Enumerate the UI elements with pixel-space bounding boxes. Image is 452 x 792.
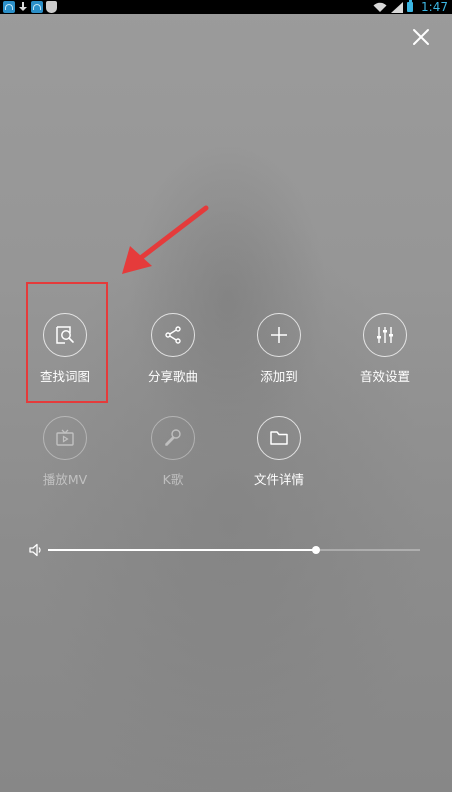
folder-icon <box>270 431 288 445</box>
menu-item-label: 文件详情 <box>253 472 304 487</box>
menu-item-file-details[interactable]: 文件详情 <box>234 416 324 488</box>
menu-item-label: 分享歌曲 <box>147 369 198 384</box>
annotation-arrow <box>122 205 209 274</box>
app-icon <box>31 1 43 13</box>
equalizer-icon <box>377 327 393 343</box>
volume-track[interactable] <box>48 546 420 554</box>
menu-item-karaoke[interactable]: K歌 <box>128 416 218 488</box>
mv-icon <box>56 429 74 446</box>
status-bar: 1:47 <box>0 0 452 14</box>
wifi-icon <box>373 2 387 12</box>
share-icon <box>165 326 181 344</box>
menu-item-label: 添加到 <box>260 369 298 384</box>
close-button[interactable] <box>408 24 434 50</box>
menu-item-label: 音效设置 <box>359 369 410 384</box>
shield-icon <box>46 1 57 13</box>
menu-item-sound-effects[interactable]: 音效设置 <box>340 313 430 385</box>
app-icon <box>3 1 15 13</box>
battery-icon <box>407 0 414 12</box>
menu-item-share-song[interactable]: 分享歌曲 <box>128 313 218 385</box>
download-icon <box>18 1 28 13</box>
speaker-icon <box>29 543 41 557</box>
signal-icon <box>391 1 404 13</box>
menu-item-label: K歌 <box>162 472 184 487</box>
close-icon <box>413 29 429 45</box>
menu-item-label: 播放MV <box>42 472 88 487</box>
volume-slider[interactable] <box>28 540 420 560</box>
annotation-highlight-box <box>26 282 108 403</box>
menu-item-play-mv[interactable]: 播放MV <box>20 416 110 488</box>
volume-thumb[interactable] <box>311 546 320 554</box>
microphone-icon <box>165 429 181 446</box>
volume-fill <box>48 549 316 551</box>
plus-icon <box>271 327 287 343</box>
menu-item-add-to[interactable]: 添加到 <box>234 313 324 385</box>
status-time: 1:47 <box>421 0 448 14</box>
